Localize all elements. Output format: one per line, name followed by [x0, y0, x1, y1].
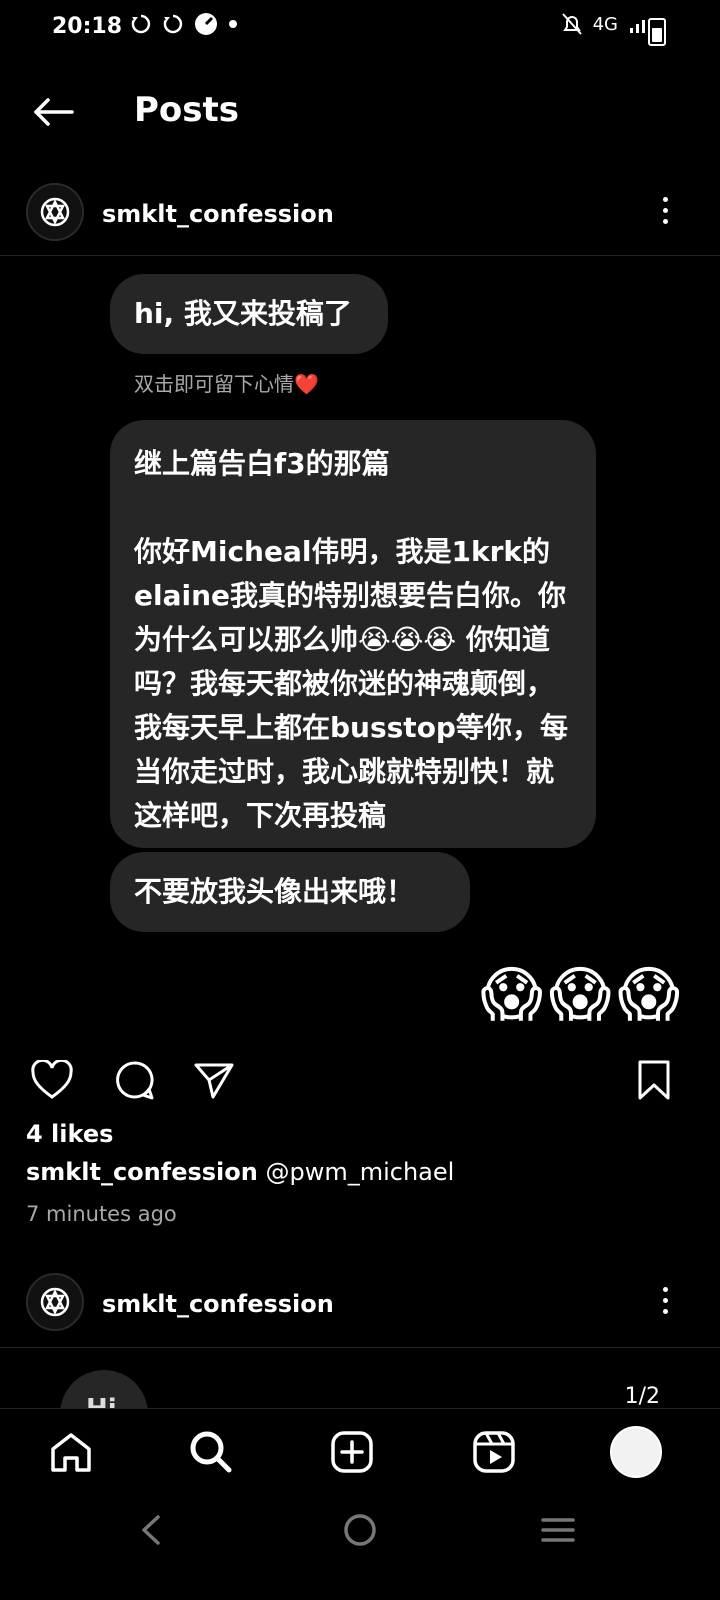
reels-icon — [473, 1431, 515, 1473]
caption: smklt_confession @pwm_michael — [26, 1158, 454, 1186]
bookmark-icon — [638, 1060, 670, 1100]
status-left-icons — [130, 12, 238, 36]
knot-logo-icon — [40, 197, 70, 227]
kebab-dot-icon — [662, 1308, 668, 1314]
create-icon — [331, 1431, 373, 1473]
kebab-dot-icon — [662, 207, 668, 213]
network-label: 4G — [592, 13, 618, 35]
nav-create[interactable] — [324, 1424, 380, 1480]
status-time: 20:18 — [52, 14, 123, 39]
message-bubble: hi, 我又来投稿了 — [110, 274, 388, 354]
post-username[interactable]: smklt_confession — [102, 1290, 334, 1318]
speed-icon — [195, 13, 217, 35]
message-bubble: 继上篇告白f3的那篇 你好Micheal伟明，我是1krk的elaine我真的特… — [110, 420, 596, 848]
kebab-dot-icon — [662, 1297, 668, 1303]
recents-icon — [541, 1518, 575, 1542]
kebab-dot-icon — [662, 218, 668, 224]
nav-reels[interactable] — [466, 1424, 522, 1480]
heart-icon — [31, 1060, 73, 1099]
post-avatar[interactable] — [26, 1273, 84, 1331]
kebab-dot-icon — [662, 1286, 668, 1292]
post-username[interactable]: smklt_confession — [102, 200, 334, 228]
comment-icon — [116, 1061, 154, 1100]
reaction-hint: 双击即可留下心情❤️ — [134, 372, 319, 396]
dot-icon — [229, 20, 237, 28]
back-button[interactable] — [28, 88, 76, 136]
nav-profile[interactable] — [608, 1424, 664, 1480]
nav-search[interactable] — [183, 1424, 239, 1480]
post-avatar[interactable] — [26, 183, 84, 241]
home-icon — [51, 1433, 91, 1472]
home-circle-icon — [344, 1514, 376, 1546]
signal-icon — [630, 20, 645, 33]
send-icon — [194, 1063, 234, 1099]
screen: 20:18 4G Posts smklt_confession hi, 我又来投… — [0, 0, 720, 1600]
likes-count[interactable]: 4 likes — [26, 1120, 113, 1148]
back-icon — [142, 1515, 160, 1545]
divider — [0, 1347, 720, 1348]
knot-logo-icon — [40, 1287, 70, 1317]
share-button[interactable] — [190, 1056, 238, 1104]
more-options-button[interactable] — [650, 1280, 680, 1320]
save-button[interactable] — [630, 1056, 678, 1104]
message-text: 继上篇告白f3的那篇 你好Micheal伟明，我是1krk的elaine我真的特… — [134, 447, 568, 832]
system-home-button[interactable] — [336, 1506, 384, 1554]
divider — [0, 255, 720, 256]
like-button[interactable] — [28, 1056, 76, 1104]
sync-icon — [131, 14, 151, 34]
nav-home[interactable] — [43, 1424, 99, 1480]
system-back-button[interactable] — [126, 1506, 174, 1554]
message-text: 不要放我头像出来哦！ — [134, 875, 415, 908]
system-recents-button[interactable] — [534, 1506, 582, 1554]
more-options-button[interactable] — [650, 190, 680, 230]
profile-avatar — [610, 1426, 662, 1478]
battery-icon — [648, 18, 666, 46]
post-timestamp: 7 minutes ago — [26, 1202, 177, 1226]
arrow-left-icon — [34, 98, 74, 126]
page-title: Posts — [134, 90, 240, 130]
status-right-icons: 4G — [561, 12, 650, 36]
mute-bell-icon — [561, 13, 582, 35]
kebab-dot-icon — [662, 196, 668, 202]
sync-icon — [163, 14, 183, 34]
message-bubble: 不要放我头像出来哦！ — [110, 852, 470, 932]
caption-mention[interactable]: @pwm_michael — [258, 1158, 454, 1186]
caption-username[interactable]: smklt_confession — [26, 1158, 258, 1186]
reaction-emojis: 😱😱😱 — [480, 960, 686, 1030]
search-icon — [190, 1431, 232, 1473]
carousel-counter: 1/2 — [624, 1384, 660, 1409]
message-text: hi, 我又来投稿了 — [134, 297, 352, 330]
comment-button[interactable] — [110, 1056, 158, 1104]
